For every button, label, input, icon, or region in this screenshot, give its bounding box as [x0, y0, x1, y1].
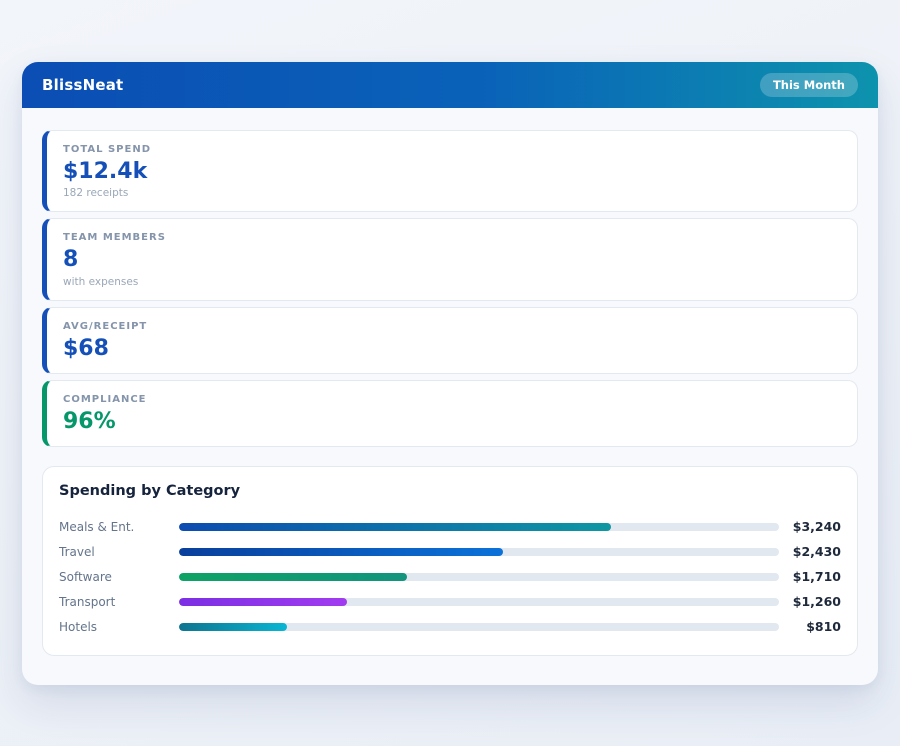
chart-category-label: Travel — [59, 545, 179, 559]
app-header: BlissNeat This Month — [22, 62, 878, 108]
bar-fill — [179, 523, 611, 531]
stat-label: TEAM MEMBERS — [63, 232, 841, 243]
stat-sublabel: with expenses — [63, 276, 841, 288]
bar-track — [179, 598, 779, 606]
bar-fill — [179, 623, 287, 631]
stat-card-total-spend: TOTAL SPEND $12.4k 182 receipts — [42, 130, 858, 212]
bar-track — [179, 573, 779, 581]
dashboard-content: TOTAL SPEND $12.4k 182 receipts TEAM MEM… — [22, 108, 878, 656]
chart-amount: $3,240 — [779, 519, 841, 534]
chart-row: Transport $1,260 — [59, 589, 841, 614]
stat-label: AVG/RECEIPT — [63, 321, 841, 332]
stat-card-team-members: TEAM MEMBERS 8 with expenses — [42, 218, 858, 300]
stat-value: 8 — [63, 247, 841, 272]
chart-category-label: Meals & Ent. — [59, 520, 179, 534]
chart-amount: $1,260 — [779, 594, 841, 609]
stat-value: $12.4k — [63, 159, 841, 184]
chart-category-label: Software — [59, 570, 179, 584]
stat-sublabel: 182 receipts — [63, 187, 841, 199]
stat-value: $68 — [63, 336, 841, 361]
stat-card-compliance: COMPLIANCE 96% — [42, 380, 858, 447]
chart-category-label: Hotels — [59, 620, 179, 634]
bar-fill — [179, 598, 347, 606]
chart-row: Hotels $810 — [59, 614, 841, 639]
stat-label: TOTAL SPEND — [63, 144, 841, 155]
bar-track — [179, 523, 779, 531]
chart-row: Travel $2,430 — [59, 539, 841, 564]
stat-label: COMPLIANCE — [63, 394, 841, 405]
bar-track — [179, 548, 779, 556]
chart-amount: $2,430 — [779, 544, 841, 559]
bar-fill — [179, 548, 503, 556]
chart-row: Meals & Ent. $3,240 — [59, 514, 841, 539]
bar-track — [179, 623, 779, 631]
chart-amount: $1,710 — [779, 569, 841, 584]
chart-amount: $810 — [779, 619, 841, 634]
chart-category-label: Transport — [59, 595, 179, 609]
dashboard-panel: BlissNeat This Month TOTAL SPEND $12.4k … — [22, 62, 878, 685]
chart-rows: Meals & Ent. $3,240 Travel $2,430 Softwa… — [59, 514, 841, 639]
chart-title: Spending by Category — [59, 483, 841, 499]
stat-card-avg-receipt: AVG/RECEIPT $68 — [42, 307, 858, 374]
spending-by-category-card: Spending by Category Meals & Ent. $3,240… — [42, 466, 858, 656]
chart-row: Software $1,710 — [59, 564, 841, 589]
stat-value: 96% — [63, 409, 841, 434]
app-title: BlissNeat — [42, 76, 123, 94]
bar-fill — [179, 573, 407, 581]
period-badge[interactable]: This Month — [760, 73, 858, 97]
